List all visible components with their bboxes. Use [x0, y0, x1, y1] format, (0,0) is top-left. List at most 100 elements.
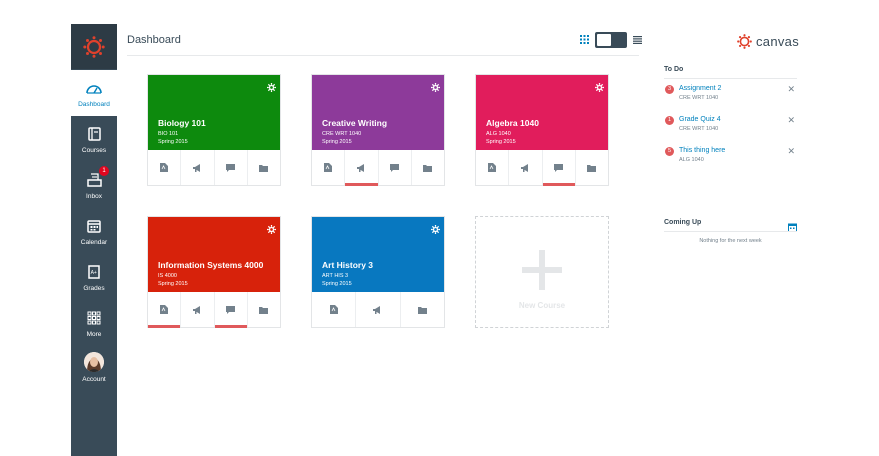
course-card-title[interactable]: Creative Writing — [322, 118, 387, 128]
more-icon — [84, 308, 104, 328]
todo-item-link[interactable]: This thing here — [679, 147, 725, 154]
avatar — [84, 352, 104, 372]
announcements-icon — [356, 159, 366, 177]
nav-inbox[interactable]: 1 Inbox — [71, 162, 117, 208]
coming-up-empty-text: Nothing for the next week — [699, 238, 762, 244]
assignments-button[interactable] — [148, 292, 181, 328]
nav-more[interactable]: More — [71, 300, 117, 346]
course-card-title[interactable]: Biology 101 — [158, 118, 206, 128]
files-button[interactable] — [574, 150, 608, 185]
announcements-button[interactable] — [355, 292, 399, 327]
unread-indicator — [542, 183, 575, 186]
todo-item-link[interactable]: Assignment 2 — [679, 85, 721, 92]
course-card[interactable]: Information Systems 4000 IS 4000 Spring … — [147, 216, 281, 328]
todo-item-course: CRE WRT 1040 — [679, 126, 719, 132]
nav-label-dashboard: Dashboard — [78, 101, 110, 108]
canvas-brand: canvas — [737, 34, 799, 49]
course-card-term: Spring 2015 — [322, 139, 352, 145]
canvas-logo-icon — [83, 35, 105, 58]
announcements-icon — [373, 301, 382, 319]
canvas-brand-icon — [737, 34, 752, 49]
discussions-button[interactable] — [541, 150, 575, 186]
course-card-code: BIO 101 — [158, 131, 179, 137]
course-card[interactable]: Art History 3 ART HIS 3 Spring 2015 — [311, 216, 445, 328]
course-card[interactable]: Creative Writing CRE WRT 1040 Spring 201… — [311, 74, 445, 186]
canvas-logo[interactable] — [71, 24, 117, 69]
course-card-code: IS 4000 — [158, 273, 177, 279]
nav-courses[interactable]: Courses — [71, 116, 117, 162]
close-icon[interactable]: ✕ — [787, 84, 795, 94]
folder-icon — [417, 301, 427, 319]
course-card-title[interactable]: Information Systems 4000 — [158, 260, 263, 270]
inbox-icon: 1 — [84, 166, 109, 190]
calendar-icon — [84, 216, 104, 236]
course-card-actions — [312, 292, 444, 327]
nav-account[interactable]: Account — [71, 346, 117, 392]
nav-label-more: More — [86, 331, 102, 338]
todo-item: 5 This thing here ALG 1040 ✕ — [664, 146, 797, 170]
todo-item-link[interactable]: Grade Quiz 4 — [679, 116, 721, 123]
nav-label-inbox: Inbox — [86, 193, 102, 200]
announcements-button[interactable] — [508, 150, 541, 185]
folder-icon — [587, 159, 597, 177]
grid-icon[interactable] — [580, 31, 589, 49]
assignments-button[interactable] — [148, 150, 180, 185]
discussions-button[interactable] — [377, 150, 411, 185]
assignments-button[interactable] — [312, 292, 355, 327]
discussions-icon — [390, 159, 400, 177]
announcements-icon — [192, 159, 202, 177]
nav-label-account: Account — [82, 376, 106, 383]
files-button[interactable] — [246, 292, 280, 327]
todo-count-badge: 5 — [665, 147, 674, 156]
plus-icon-bar — [522, 267, 562, 273]
unread-indicator — [345, 183, 378, 186]
unread-indicator — [148, 325, 181, 328]
new-course-card[interactable]: New Course — [475, 216, 609, 328]
announcements-icon — [520, 159, 530, 177]
todo-item-course: CRE WRT 1040 — [679, 95, 719, 101]
new-course-label: New Course — [518, 301, 566, 310]
gear-icon[interactable] — [595, 79, 604, 97]
dashboard-icon — [84, 78, 104, 98]
course-card-title[interactable]: Algebra 1040 — [486, 118, 539, 128]
gear-icon[interactable] — [267, 79, 276, 97]
assignments-button[interactable] — [476, 150, 508, 185]
assignments-button[interactable] — [312, 150, 344, 185]
discussions-button[interactable] — [213, 150, 247, 185]
list-icon[interactable] — [633, 31, 642, 49]
course-card-title[interactable]: Art History 3 — [322, 260, 373, 270]
course-card-term: Spring 2015 — [322, 281, 352, 287]
announcements-button[interactable] — [180, 150, 213, 185]
course-card[interactable]: Algebra 1040 ALG 1040 Spring 2015 — [475, 74, 609, 186]
gear-icon[interactable] — [431, 221, 440, 239]
todo-item-course: ALG 1040 — [679, 157, 704, 163]
nav-dashboard[interactable]: Dashboard — [71, 70, 117, 116]
todo-divider — [664, 78, 797, 79]
discussions-button[interactable] — [213, 292, 247, 328]
nav-grades[interactable]: A+ Grades — [71, 254, 117, 300]
gear-icon[interactable] — [431, 79, 440, 97]
gear-icon[interactable] — [267, 221, 276, 239]
close-icon[interactable]: ✕ — [787, 115, 795, 125]
course-card-actions — [148, 292, 280, 328]
grades-icon: A+ — [84, 262, 104, 282]
folder-icon — [259, 159, 269, 177]
files-button[interactable] — [246, 150, 280, 185]
announcements-button[interactable] — [180, 292, 213, 327]
course-card[interactable]: Biology 101 BIO 101 Spring 2015 — [147, 74, 281, 186]
close-icon[interactable]: ✕ — [787, 146, 795, 156]
nav-calendar[interactable]: Calendar — [71, 208, 117, 254]
files-button[interactable] — [399, 292, 444, 327]
files-button[interactable] — [410, 150, 444, 185]
unread-indicator — [214, 325, 247, 328]
coming-up-heading: Coming Up — [664, 219, 702, 226]
nav-label-calendar: Calendar — [80, 239, 108, 246]
view-toggle-switch[interactable] — [595, 32, 627, 48]
calendar-icon[interactable] — [788, 219, 797, 237]
announcements-button[interactable] — [344, 150, 378, 186]
assignments-icon — [160, 301, 169, 319]
discussions-icon — [554, 159, 564, 177]
inbox-unread-badge: 1 — [99, 166, 109, 176]
folder-icon — [423, 159, 433, 177]
course-card-actions — [148, 150, 280, 185]
